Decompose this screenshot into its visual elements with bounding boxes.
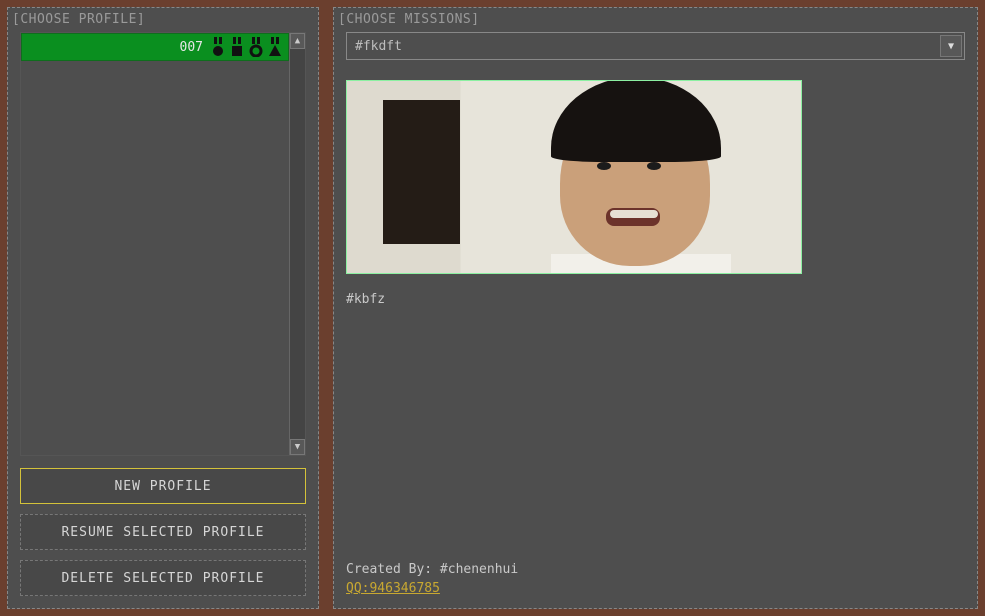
mission-dropdown-value: #fkdft <box>355 39 402 54</box>
chevron-down-icon: ▼ <box>940 35 962 57</box>
profile-list-container: 007 ▲ ▼ <box>20 32 306 456</box>
scroll-down-button[interactable]: ▼ <box>290 439 305 455</box>
profile-scrollbar[interactable]: ▲ ▼ <box>289 33 305 455</box>
profile-list[interactable]: 007 <box>21 33 289 455</box>
mission-dropdown[interactable]: #fkdft ▼ <box>346 32 965 60</box>
delete-profile-button[interactable]: DELETE SELECTED PROFILE <box>20 560 306 596</box>
profile-name-label: 007 <box>28 40 203 55</box>
profile-button-stack: NEW PROFILE RESUME SELECTED PROFILE DELE… <box>20 468 306 596</box>
created-by-label: Created By: <box>346 562 432 577</box>
medal-square-icon <box>230 37 244 57</box>
mission-preview-image <box>346 80 802 274</box>
resume-profile-button[interactable]: RESUME SELECTED PROFILE <box>20 514 306 550</box>
profile-medals <box>211 37 282 57</box>
choose-missions-title: [CHOOSE MISSIONS] <box>338 12 480 27</box>
created-by-line: Created By: #chenenhui <box>346 562 965 577</box>
choose-profile-title: [CHOOSE PROFILE] <box>12 12 145 27</box>
choose-profile-panel: [CHOOSE PROFILE] 007 ▲ ▼ <box>7 7 319 609</box>
scroll-up-button[interactable]: ▲ <box>290 33 305 49</box>
qq-contact-link[interactable]: QQ:946346785 <box>346 581 965 596</box>
medal-triangle-icon <box>268 37 282 57</box>
choose-missions-panel: [CHOOSE MISSIONS] #fkdft ▼ #kbfz Created… <box>333 7 978 609</box>
mission-description: #kbfz <box>346 292 965 307</box>
scroll-track[interactable] <box>290 49 305 439</box>
medal-circle-icon <box>211 37 225 57</box>
profile-row[interactable]: 007 <box>21 33 289 61</box>
new-profile-button[interactable]: NEW PROFILE <box>20 468 306 504</box>
created-by-value: #chenenhui <box>440 562 518 577</box>
medal-ring-icon <box>249 37 263 57</box>
